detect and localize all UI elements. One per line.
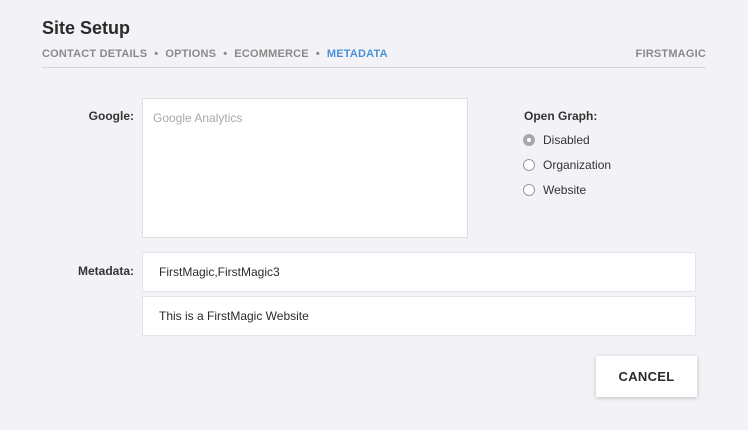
breadcrumb-contact-details[interactable]: CONTACT DETAILS: [42, 48, 147, 60]
open-graph-option-label: Disabled: [543, 133, 590, 147]
open-graph-option-disabled[interactable]: Disabled: [523, 133, 590, 147]
radio-checked-icon[interactable]: [523, 134, 535, 146]
metadata-description-input[interactable]: [142, 296, 696, 336]
open-graph-option-website[interactable]: Website: [523, 183, 586, 197]
open-graph-option-label: Organization: [543, 158, 612, 172]
google-label: Google:: [88, 109, 134, 123]
metadata-keywords-input[interactable]: [142, 252, 696, 292]
breadcrumb-options[interactable]: OPTIONS: [165, 48, 216, 60]
cancel-button[interactable]: CANCEL: [596, 356, 697, 397]
radio-unchecked-icon[interactable]: [523, 159, 535, 171]
page-title: Site Setup: [42, 18, 131, 38]
brand-name: FIRSTMAGIC: [635, 48, 706, 60]
breadcrumb: CONTACT DETAILS • OPTIONS • ECOMMERCE • …: [42, 48, 388, 60]
breadcrumb-separator: •: [315, 48, 320, 60]
open-graph-option-organization[interactable]: Organization: [523, 158, 611, 172]
open-graph-label: Open Graph:: [524, 109, 598, 123]
metadata-label: Metadata:: [77, 264, 134, 278]
google-analytics-textarea[interactable]: [142, 98, 468, 238]
breadcrumb-ecommerce[interactable]: ECOMMERCE: [234, 48, 309, 60]
open-graph-option-label: Website: [543, 183, 587, 197]
breadcrumb-metadata[interactable]: METADATA: [327, 48, 388, 60]
breadcrumb-separator: •: [223, 48, 228, 60]
breadcrumb-separator: •: [154, 48, 159, 60]
radio-unchecked-icon[interactable]: [523, 184, 535, 196]
header-divider: [42, 67, 706, 68]
